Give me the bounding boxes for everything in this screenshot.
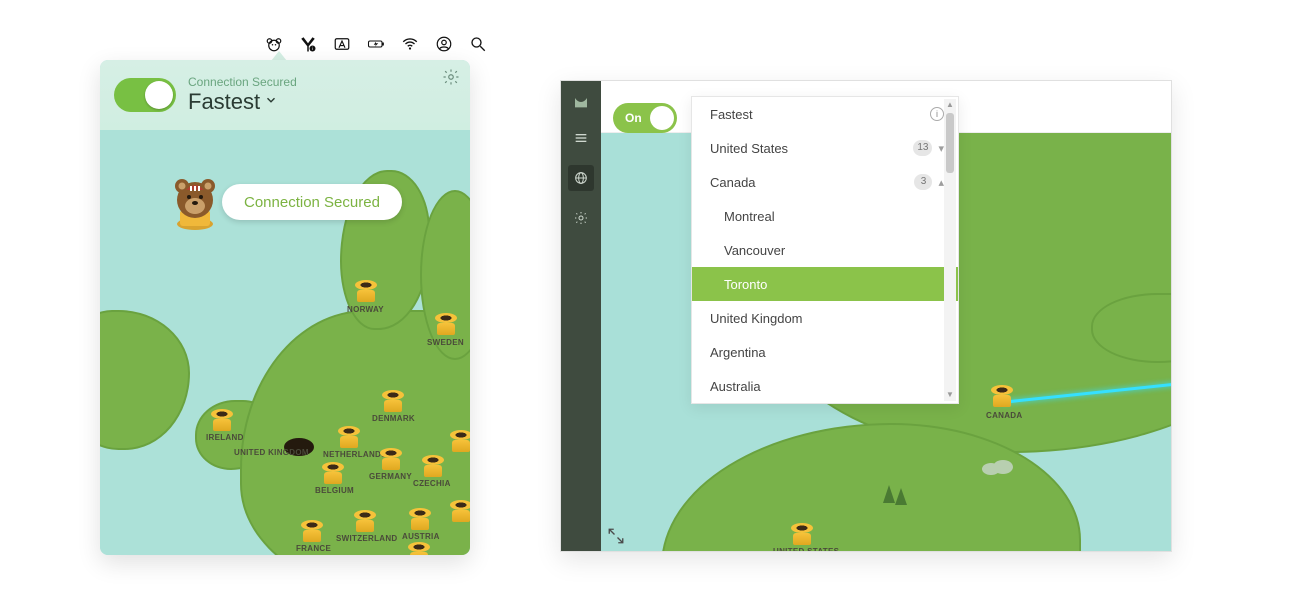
location-label: Fastest [710, 107, 753, 122]
popover-header: Connection Secured Fastest [100, 60, 470, 130]
search-menubar-icon[interactable] [469, 35, 487, 53]
map-tunnel-canada[interactable] [991, 385, 1013, 407]
map-decor [881, 483, 911, 509]
location-row[interactable]: United Kingdom [692, 301, 958, 335]
map-tunnel[interactable] [382, 390, 404, 412]
map-tunnel[interactable] [338, 426, 360, 448]
location-title: Fastest [188, 89, 260, 115]
scroll-thumb[interactable] [946, 113, 954, 173]
gear-icon[interactable] [442, 68, 460, 86]
toggle-label: On [625, 111, 642, 125]
scroll-up-icon[interactable]: ▲ [944, 99, 956, 111]
map-country-label: GERMANY [369, 472, 412, 481]
location-label: United States [710, 141, 788, 156]
map-tunnel[interactable] [450, 500, 470, 522]
connection-banner: Connection Secured [160, 172, 402, 232]
location-label: Canada [710, 175, 756, 190]
app-content: On CANADA UNITED STATES Fastest i [601, 81, 1171, 551]
map-tunnel[interactable] [422, 455, 444, 477]
map-country-label: AUSTRIA [402, 532, 440, 541]
scrollbar[interactable]: ▲ ▼ [944, 99, 956, 401]
map-country-label: DENMARK [372, 414, 415, 423]
tunnelbear-mac-popover: Connection Secured Fastest [100, 60, 470, 555]
map-country-label: NETHERLANDS [323, 450, 387, 459]
location-row[interactable]: Australia [692, 369, 958, 403]
city-label: Toronto [724, 277, 767, 292]
map-country-label: SWEDEN [427, 338, 464, 347]
tunnelbear-windows-app: On CANADA UNITED STATES Fastest i [560, 80, 1172, 552]
map-country-label: SWITZERLAND [336, 534, 398, 543]
app-logo-icon[interactable] [572, 93, 590, 111]
location-row-canada[interactable]: Canada 3 ▴ [692, 165, 958, 199]
info-icon[interactable]: i [930, 107, 944, 121]
app-sidebar [561, 81, 601, 551]
map-tunnel[interactable] [211, 409, 233, 431]
collapse-icon[interactable] [607, 527, 625, 545]
popover-map[interactable]: Connection Secured NORWAY SWEDEN IRELAND… [100, 130, 470, 555]
location-row-us[interactable]: United States 13 ▾ [692, 131, 958, 165]
map-country-label: CZECHIA [413, 479, 451, 488]
malware-menubar-icon[interactable]: i [299, 35, 317, 53]
connection-banner-text: Connection Secured [222, 184, 402, 220]
location-row-city[interactable]: Vancouver [692, 233, 958, 267]
city-label: Vancouver [724, 243, 785, 258]
hamburger-icon[interactable] [572, 129, 590, 147]
map-tunnel[interactable] [355, 280, 377, 302]
location-row[interactable]: Argentina [692, 335, 958, 369]
globe-icon[interactable] [568, 165, 594, 191]
map-country-label: BELGIUM [315, 486, 354, 495]
location-row-city[interactable]: Montreal [692, 199, 958, 233]
location-selector[interactable]: Fastest [188, 89, 297, 115]
server-count-badge: 13 [913, 140, 932, 156]
map-tunnel[interactable] [435, 313, 457, 335]
keyboard-input-menubar-icon[interactable] [333, 35, 351, 53]
scroll-down-icon[interactable]: ▼ [944, 389, 956, 401]
map-tunnel[interactable] [408, 542, 430, 555]
svg-text:i: i [312, 46, 313, 51]
location-row-fastest[interactable]: Fastest i [692, 97, 958, 131]
map-tunnel[interactable] [450, 430, 470, 452]
map-label-canada: CANADA [986, 411, 1022, 420]
user-menubar-icon[interactable] [435, 35, 453, 53]
connection-toggle[interactable]: On [613, 103, 677, 133]
map-tunnel-us[interactable] [791, 523, 813, 545]
location-label: Argentina [710, 345, 766, 360]
connection-toggle[interactable] [114, 78, 176, 112]
location-list-panel: Fastest i United States 13 ▾ Canada 3 ▴ … [691, 96, 959, 404]
map-country-label: UNITED KINGDOM [234, 448, 309, 457]
city-label: Montreal [724, 209, 775, 224]
macos-menubar: i [265, 33, 487, 55]
bear-illustration [160, 172, 230, 232]
map-tunnel[interactable] [322, 462, 344, 484]
connection-status-small: Connection Secured [188, 75, 297, 89]
server-count-badge: 3 [914, 174, 932, 190]
location-label: United Kingdom [710, 311, 803, 326]
map-country-label: FRANCE [296, 544, 331, 553]
map-tunnel[interactable] [301, 520, 323, 542]
location-row-city-selected[interactable]: Toronto [692, 267, 958, 301]
map-tunnel[interactable] [409, 508, 431, 530]
map-country-label: IRELAND [206, 433, 244, 442]
map-tunnel[interactable] [354, 510, 376, 532]
map-country-label: NORWAY [347, 305, 384, 314]
chevron-down-icon [264, 93, 278, 112]
gear-icon[interactable] [572, 209, 590, 227]
location-label: Australia [710, 379, 761, 394]
wifi-menubar-icon[interactable] [401, 35, 419, 53]
battery-charging-menubar-icon[interactable] [367, 35, 385, 53]
map-decor [981, 453, 1015, 475]
map-tunnel[interactable] [380, 448, 402, 470]
map-label-us: UNITED STATES [773, 547, 839, 551]
